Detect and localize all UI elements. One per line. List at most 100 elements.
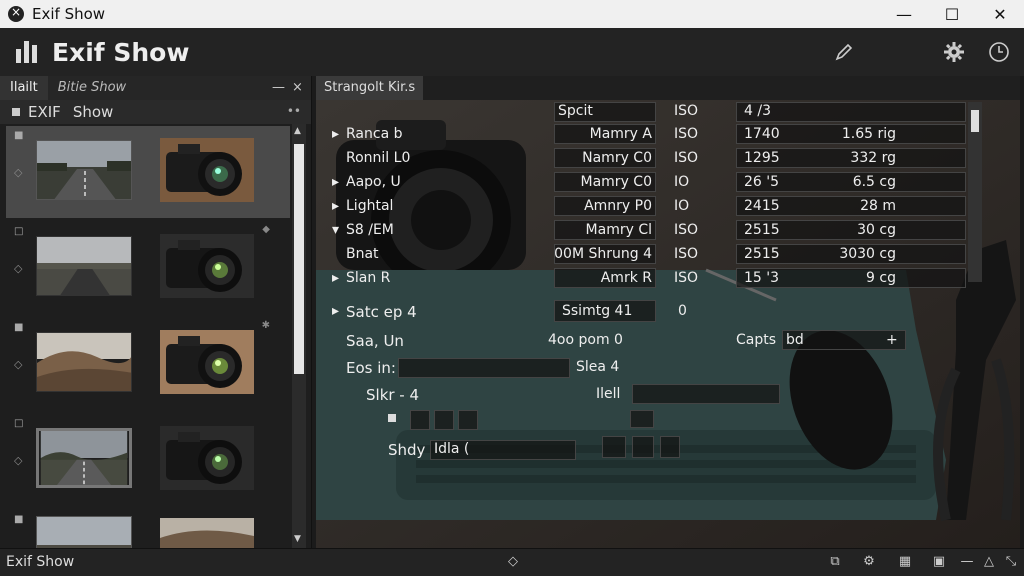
star-icon: ✱ bbox=[261, 320, 270, 331]
exif-row-size: 6.5 cg bbox=[852, 174, 896, 190]
form-row2-field: 4oo pom 0 bbox=[548, 332, 623, 348]
caps-add-button[interactable]: + bbox=[886, 332, 898, 348]
camera-photo bbox=[160, 426, 254, 490]
small-button[interactable] bbox=[602, 436, 626, 458]
exif-row-arrow[interactable]: ▸ bbox=[332, 270, 339, 286]
scrollbar-thumb[interactable] bbox=[294, 144, 304, 374]
thumbnail-row[interactable]: ■ ◇ ✱ bbox=[6, 318, 290, 410]
tab-primary[interactable]: Ilailt bbox=[0, 76, 48, 100]
form-row4-input[interactable] bbox=[632, 384, 780, 404]
scroll-down-icon[interactable]: ▼ bbox=[294, 534, 301, 544]
thumbnail-scrollbar[interactable]: ▲ ▼ bbox=[292, 124, 306, 548]
diamond-icon: ◇ bbox=[14, 262, 23, 275]
tab-exif[interactable]: Strangolt Kir.s bbox=[316, 76, 424, 100]
tool-button[interactable] bbox=[434, 410, 454, 430]
app-icon bbox=[8, 5, 24, 22]
app-window: Exif Show — ☐ ✕ Exif Show Ilailt Bitie S… bbox=[0, 0, 1024, 576]
layers-icon[interactable]: ⧉ bbox=[826, 554, 844, 572]
tab-secondary[interactable]: Bitie Show bbox=[48, 76, 136, 100]
thumbnail-row[interactable]: □ ◇ bbox=[6, 414, 290, 506]
checkbox[interactable] bbox=[388, 414, 396, 422]
tool-button[interactable] bbox=[410, 410, 430, 430]
form-row5-label: Shdy bbox=[388, 441, 426, 459]
form-row-arrow[interactable]: ▸ bbox=[332, 303, 339, 319]
grid-icon[interactable]: ▦ bbox=[896, 554, 914, 572]
caps-label: Capts bbox=[736, 332, 777, 348]
square-icon bbox=[12, 108, 20, 116]
exif-row-iso: ISO bbox=[674, 270, 699, 286]
camera-photo bbox=[160, 234, 254, 298]
exif-row-size: 9 cg bbox=[866, 270, 896, 286]
gear-icon[interactable] bbox=[942, 40, 966, 64]
row-marker-icon: □ bbox=[14, 418, 24, 429]
pencil-icon[interactable] bbox=[832, 40, 856, 64]
exif-row-arrow[interactable]: ▸ bbox=[332, 126, 339, 142]
clock-icon[interactable] bbox=[987, 40, 1011, 64]
exif-row-number: 1295 bbox=[744, 150, 780, 166]
landscape-photo bbox=[160, 518, 254, 548]
app-logo-icon bbox=[16, 41, 40, 63]
tool-button[interactable] bbox=[458, 410, 478, 430]
exif-row-label: Slan R bbox=[346, 270, 391, 286]
landscape-photo bbox=[36, 332, 132, 392]
thumbnail-row[interactable]: ■ bbox=[6, 510, 290, 548]
status-bar: Exif Show ◇ ⧉ ⚙ ▦ ▣ — △ ⤡ bbox=[0, 548, 1024, 576]
road-photo bbox=[36, 428, 132, 488]
subheader-label: EXIF bbox=[28, 103, 61, 121]
form-row1-value: 0 bbox=[678, 303, 687, 319]
title-bar: Exif Show — ☐ ✕ bbox=[0, 0, 1024, 28]
form-row3-input[interactable] bbox=[398, 358, 570, 378]
small-button[interactable] bbox=[660, 436, 680, 458]
exif-row-arrow[interactable]: ▸ bbox=[332, 174, 339, 190]
exif-row-number: 26 '5 bbox=[744, 174, 780, 190]
exif-row-number: 2515 bbox=[744, 246, 780, 262]
diamond-small-icon: ◆ bbox=[262, 224, 270, 235]
status-center-icon[interactable]: ◇ bbox=[504, 554, 522, 572]
form-row4-label: Slkr - 4 bbox=[366, 386, 420, 404]
more-icon[interactable]: •• bbox=[287, 104, 301, 118]
landscape-photo bbox=[36, 516, 132, 548]
exif-row-name: Mamry C0 bbox=[580, 174, 652, 190]
small-button[interactable] bbox=[630, 410, 654, 428]
warning-icon[interactable]: △ bbox=[980, 554, 998, 572]
app-header: Exif Show bbox=[0, 28, 1024, 76]
header-value: 4 /3 bbox=[744, 103, 771, 119]
exif-row-number: 1740 bbox=[744, 126, 780, 142]
expand-icon[interactable]: ⤡ bbox=[1002, 554, 1020, 572]
exif-row-number: 15 '3 bbox=[744, 270, 780, 286]
form-row1-label: Satc ep 4 bbox=[346, 303, 417, 321]
panel-minimize-button[interactable]: — bbox=[272, 76, 285, 100]
exif-row-iso: ISO bbox=[674, 222, 699, 238]
minimize-button[interactable]: — bbox=[880, 0, 928, 28]
scroll-up-icon[interactable]: ▲ bbox=[294, 126, 301, 136]
exif-row-size: 1.65 rig bbox=[841, 126, 896, 142]
small-button[interactable] bbox=[632, 436, 654, 458]
exif-row-size: 28 m bbox=[860, 198, 896, 214]
sliders-icon[interactable]: ⚙ bbox=[860, 554, 878, 572]
scrollbar-thumb[interactable] bbox=[971, 110, 979, 132]
camera-photo bbox=[160, 330, 254, 394]
road-photo bbox=[36, 140, 132, 200]
exif-row-arrow[interactable]: ▾ bbox=[332, 222, 339, 238]
exif-row-label: Lightal bbox=[346, 198, 394, 214]
maximize-button[interactable]: ☐ bbox=[928, 0, 976, 28]
exif-row-iso: IO bbox=[674, 174, 690, 190]
form-row3-label: Eos in: bbox=[346, 359, 396, 377]
close-button[interactable]: ✕ bbox=[976, 0, 1024, 28]
status-title: Exif Show bbox=[6, 554, 75, 570]
exif-tabbar: Strangolt Kir.s bbox=[316, 76, 1020, 100]
panel-close-button[interactable]: × bbox=[292, 76, 303, 100]
thumbnail-row[interactable]: ■ ◇ bbox=[6, 126, 290, 218]
exif-row-size: 3030 cg bbox=[839, 246, 896, 262]
thumbnail-panel: Ilailt Bitie Show — × EXIF Show •• ■ ◇ □… bbox=[0, 76, 312, 548]
exif-scrollbar[interactable] bbox=[968, 102, 982, 282]
exif-row-arrow[interactable]: ▸ bbox=[332, 198, 339, 214]
exif-row-name: 00M Shrung 4 bbox=[554, 246, 652, 262]
window-controls: — ☐ ✕ bbox=[880, 0, 1024, 28]
thumbnail-row[interactable]: □ ◇ ◆ bbox=[6, 222, 290, 314]
exif-row-name: Mamry Cl bbox=[585, 222, 652, 238]
exif-row-iso: ISO bbox=[674, 126, 699, 142]
caps-value: bd bbox=[786, 332, 804, 348]
minus-icon[interactable]: — bbox=[958, 554, 976, 572]
window-icon[interactable]: ▣ bbox=[930, 554, 948, 572]
